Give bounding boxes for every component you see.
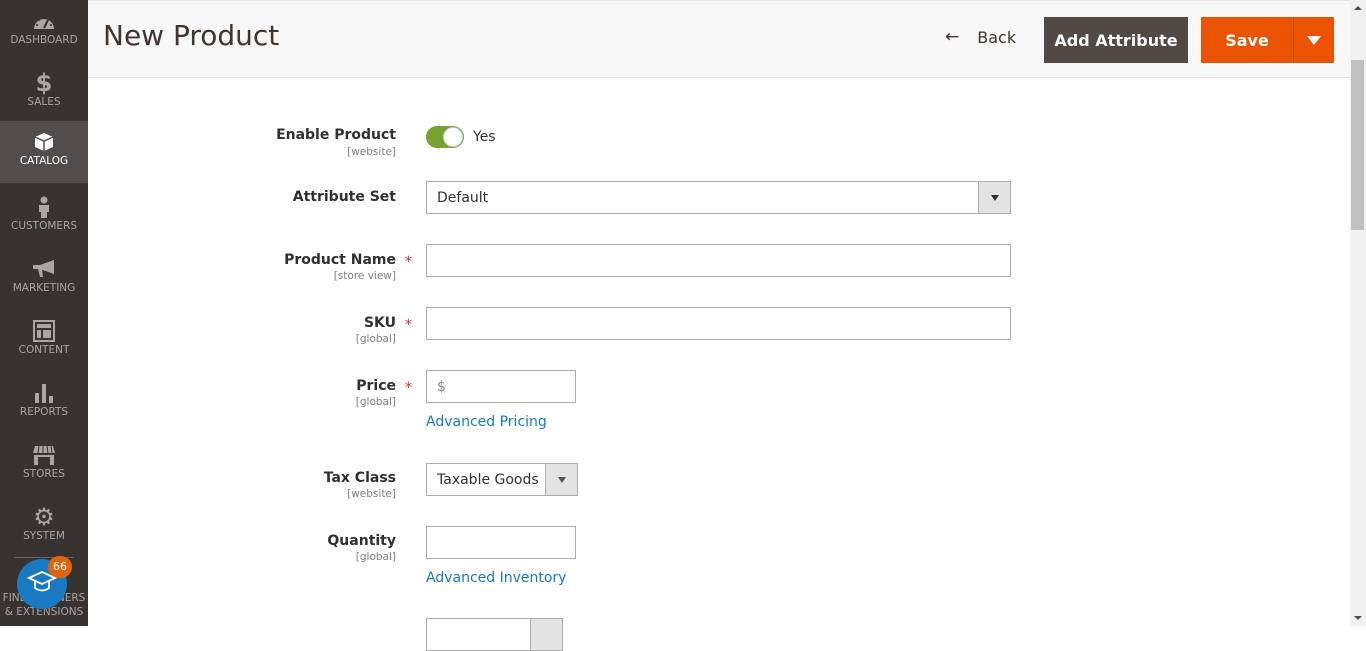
layout-icon (0, 320, 88, 342)
back-button[interactable]: ← Back (945, 27, 1016, 47)
product-name-scope: [store view] (333, 270, 396, 282)
sidebar-item-marketing[interactable]: MARKETING (0, 248, 88, 310)
gear-icon: ⚙ (33, 503, 55, 531)
chevron-down-icon (545, 464, 577, 495)
sidebar-item-label: SYSTEM (23, 530, 65, 542)
megaphone-icon (0, 258, 88, 280)
bar-chart-icon (0, 382, 88, 404)
save-button[interactable]: Save (1201, 17, 1293, 63)
page-scrollbar[interactable] (1350, 0, 1366, 626)
chevron-down-icon (1307, 35, 1321, 45)
sidebar-item-label: MARKETING (12, 282, 76, 294)
price-scope: [global] (355, 396, 396, 408)
required-marker: * (405, 380, 412, 396)
sidebar-item-stores[interactable]: STORES (0, 434, 88, 496)
sidebar-item-catalog[interactable]: CATALOG (0, 121, 88, 183)
sidebar-item-label: STORES (23, 468, 65, 480)
quantity-scope: [global] (355, 551, 396, 563)
stock-status-select[interactable] (426, 618, 563, 651)
sidebar-item-customers[interactable]: CUSTOMERS (0, 186, 88, 248)
sidebar-item-label: DASHBOARD (10, 34, 78, 46)
advanced-pricing-link[interactable]: Advanced Pricing (426, 414, 547, 430)
tax-class-label: Tax Class (323, 470, 396, 486)
quantity-label: Quantity (327, 533, 396, 549)
tax-class-scope: [website] (347, 488, 396, 500)
notification-badge: 66 (48, 556, 72, 578)
sidebar-item-label: SALES (27, 96, 61, 108)
dollar-icon: $ (35, 69, 53, 97)
enable-product-scope: [website] (347, 146, 396, 158)
sidebar-item-label: CATALOG (19, 155, 69, 167)
price-label: Price (356, 378, 396, 394)
attribute-set-value: Default (437, 189, 489, 206)
arrow-left-icon: ← (945, 27, 960, 47)
attribute-set-select[interactable]: Default (426, 181, 1011, 214)
sidebar-item-sales[interactable]: $ SALES (0, 62, 88, 124)
required-marker: * (405, 254, 412, 270)
sidebar-item-label: CONTENT (18, 344, 70, 356)
scroll-down-arrow[interactable] (1350, 610, 1366, 626)
sidebar-item-label: CUSTOMERS (10, 220, 77, 232)
price-input[interactable]: $ (426, 370, 576, 403)
sidebar-item-content[interactable]: CONTENT (0, 310, 88, 372)
page-title: New Product (103, 19, 280, 52)
advanced-inventory-link[interactable]: Advanced Inventory (426, 570, 566, 586)
product-name-label: Product Name (284, 252, 396, 268)
sku-label: SKU (363, 315, 396, 331)
tax-class-select[interactable]: Taxable Goods (426, 463, 578, 496)
save-options-toggle[interactable] (1293, 17, 1334, 63)
sidebar-item-label: REPORTS (19, 406, 69, 418)
attribute-set-label: Attribute Set (292, 189, 396, 205)
page-header: New Product ← Back Add Attribute Save (88, 0, 1350, 78)
box-icon (0, 131, 88, 153)
back-label: Back (977, 27, 1017, 47)
product-name-input[interactable] (426, 244, 1011, 277)
sku-scope: [global] (355, 333, 396, 345)
currency-symbol: $ (437, 378, 446, 395)
enable-product-toggle[interactable] (426, 126, 464, 148)
chevron-down-icon (978, 182, 1010, 213)
scroll-up-arrow[interactable] (1350, 0, 1366, 16)
quantity-input[interactable] (426, 526, 576, 559)
add-attribute-button[interactable]: Add Attribute (1044, 17, 1188, 63)
tax-class-value: Taxable Goods (437, 471, 539, 488)
dashboard-icon (0, 10, 88, 32)
person-icon (0, 196, 88, 218)
admin-sidebar: DASHBOARD $ SALES CATALOG CUSTOMERS MARK… (0, 0, 88, 626)
scroll-thumb[interactable] (1351, 60, 1364, 230)
enable-product-label: Enable Product (276, 127, 396, 143)
sidebar-item-dashboard[interactable]: DASHBOARD (0, 0, 88, 62)
sidebar-item-reports[interactable]: REPORTS (0, 372, 88, 434)
storefront-icon (0, 444, 88, 466)
required-marker: * (405, 317, 412, 333)
sku-input[interactable] (426, 307, 1011, 340)
enable-product-value: Yes (473, 129, 496, 145)
sidebar-item-system[interactable]: ⚙ SYSTEM (0, 496, 88, 558)
chevron-down-icon (530, 619, 562, 650)
